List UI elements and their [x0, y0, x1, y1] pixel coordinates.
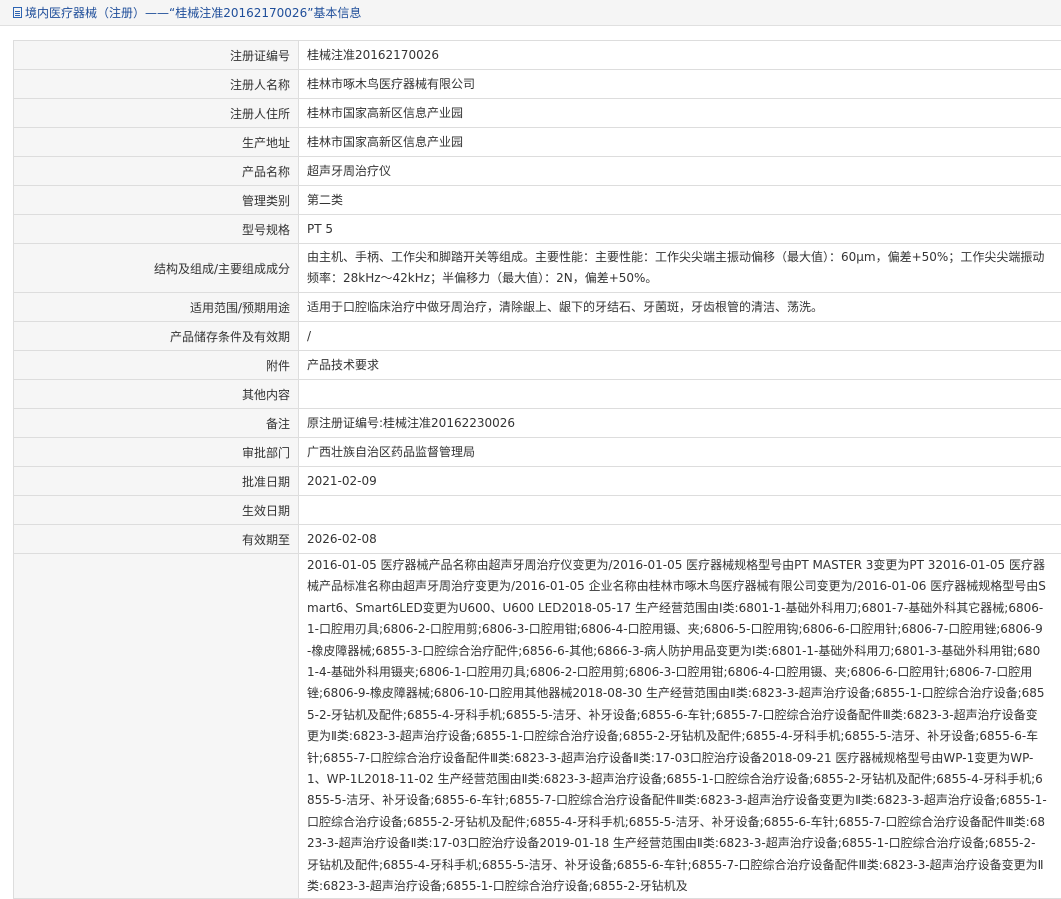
row-label: 注册人名称 [14, 70, 299, 99]
row-label: 附件 [14, 351, 299, 380]
row-value: 桂林市国家高新区信息产业园 [299, 99, 1061, 128]
table-row: 管理类别 第二类 [14, 186, 1061, 215]
row-value [299, 380, 1061, 409]
table-row: 注册证编号 桂械注准20162170026 [14, 41, 1061, 70]
row-value: 桂械注准20162170026 [299, 41, 1061, 70]
row-value: 适用于口腔临床治疗中做牙周治疗，清除龈上、龈下的牙结石、牙菌斑，牙齿根管的清洁、… [299, 293, 1061, 322]
row-label: 结构及组成/主要组成成分 [14, 244, 299, 293]
table-row: 备注 原注册证编号:桂械注准20162230026 [14, 409, 1061, 438]
row-value: 2021-02-09 [299, 467, 1061, 496]
structure-text: 由主机、手柄、工作尖和脚踏开关等组成。主要性能：主要性能：工作尖尖端主振动偏移（… [307, 247, 1047, 289]
row-label: 适用范围/预期用途 [14, 293, 299, 322]
row-label: 产品名称 [14, 157, 299, 186]
row-value: 桂林市啄木鸟医疗器械有限公司 [299, 70, 1061, 99]
table-row: 生产地址 桂林市国家高新区信息产业园 [14, 128, 1061, 157]
document-icon [13, 7, 22, 18]
row-value [299, 496, 1061, 525]
row-label: 生效日期 [14, 496, 299, 525]
table-row: 有效期至 2026-02-08 [14, 525, 1061, 554]
row-value: 2026-02-08 [299, 525, 1061, 554]
row-value: 桂林市国家高新区信息产业园 [299, 128, 1061, 157]
table-row: 产品储存条件及有效期 / [14, 322, 1061, 351]
row-label [14, 554, 299, 899]
table-row: 适用范围/预期用途 适用于口腔临床治疗中做牙周治疗，清除龈上、龈下的牙结石、牙菌… [14, 293, 1061, 322]
page-title: 境内医疗器械（注册）——“桂械注准20162170026”基本信息 [25, 4, 361, 21]
row-value: 产品技术要求 [299, 351, 1061, 380]
row-label: 有效期至 [14, 525, 299, 554]
row-value: 超声牙周治疗仪 [299, 157, 1061, 186]
row-value: 广西壮族自治区药品监督管理局 [299, 438, 1061, 467]
page-title-bar: 境内医疗器械（注册）——“桂械注准20162170026”基本信息 [0, 0, 1061, 26]
row-label: 生产地址 [14, 128, 299, 157]
row-label: 审批部门 [14, 438, 299, 467]
table-row: 生效日期 [14, 496, 1061, 525]
table-row: 结构及组成/主要组成成分 由主机、手柄、工作尖和脚踏开关等组成。主要性能：主要性… [14, 244, 1061, 293]
row-label: 型号规格 [14, 215, 299, 244]
row-label: 管理类别 [14, 186, 299, 215]
table-row: 审批部门 广西壮族自治区药品监督管理局 [14, 438, 1061, 467]
table-row: 其他内容 [14, 380, 1061, 409]
row-value: PT 5 [299, 215, 1061, 244]
table-row: 产品名称 超声牙周治疗仪 [14, 157, 1061, 186]
table-row: 附件 产品技术要求 [14, 351, 1061, 380]
row-label: 其他内容 [14, 380, 299, 409]
table-row: 型号规格 PT 5 [14, 215, 1061, 244]
table-row: 注册人住所 桂林市国家高新区信息产业园 [14, 99, 1061, 128]
row-value: 第二类 [299, 186, 1061, 215]
row-label: 注册证编号 [14, 41, 299, 70]
row-value: 2016-01-05 医疗器械产品名称由超声牙周治疗仪变更为/2016-01-0… [299, 554, 1061, 899]
row-label: 批准日期 [14, 467, 299, 496]
row-value: 原注册证编号:桂械注准20162230026 [299, 409, 1061, 438]
table-row: 批准日期 2021-02-09 [14, 467, 1061, 496]
table-row: 注册人名称 桂林市啄木鸟医疗器械有限公司 [14, 70, 1061, 99]
row-value: 由主机、手柄、工作尖和脚踏开关等组成。主要性能：主要性能：工作尖尖端主振动偏移（… [299, 244, 1061, 293]
row-label: 注册人住所 [14, 99, 299, 128]
row-label: 备注 [14, 409, 299, 438]
table-row: 2016-01-05 医疗器械产品名称由超声牙周治疗仪变更为/2016-01-0… [14, 554, 1061, 899]
row-value: / [299, 322, 1061, 351]
row-label: 产品储存条件及有效期 [14, 322, 299, 351]
info-table: 注册证编号 桂械注准20162170026 注册人名称 桂林市啄木鸟医疗器械有限… [13, 40, 1061, 899]
change-history-text: 2016-01-05 医疗器械产品名称由超声牙周治疗仪变更为/2016-01-0… [307, 555, 1047, 898]
